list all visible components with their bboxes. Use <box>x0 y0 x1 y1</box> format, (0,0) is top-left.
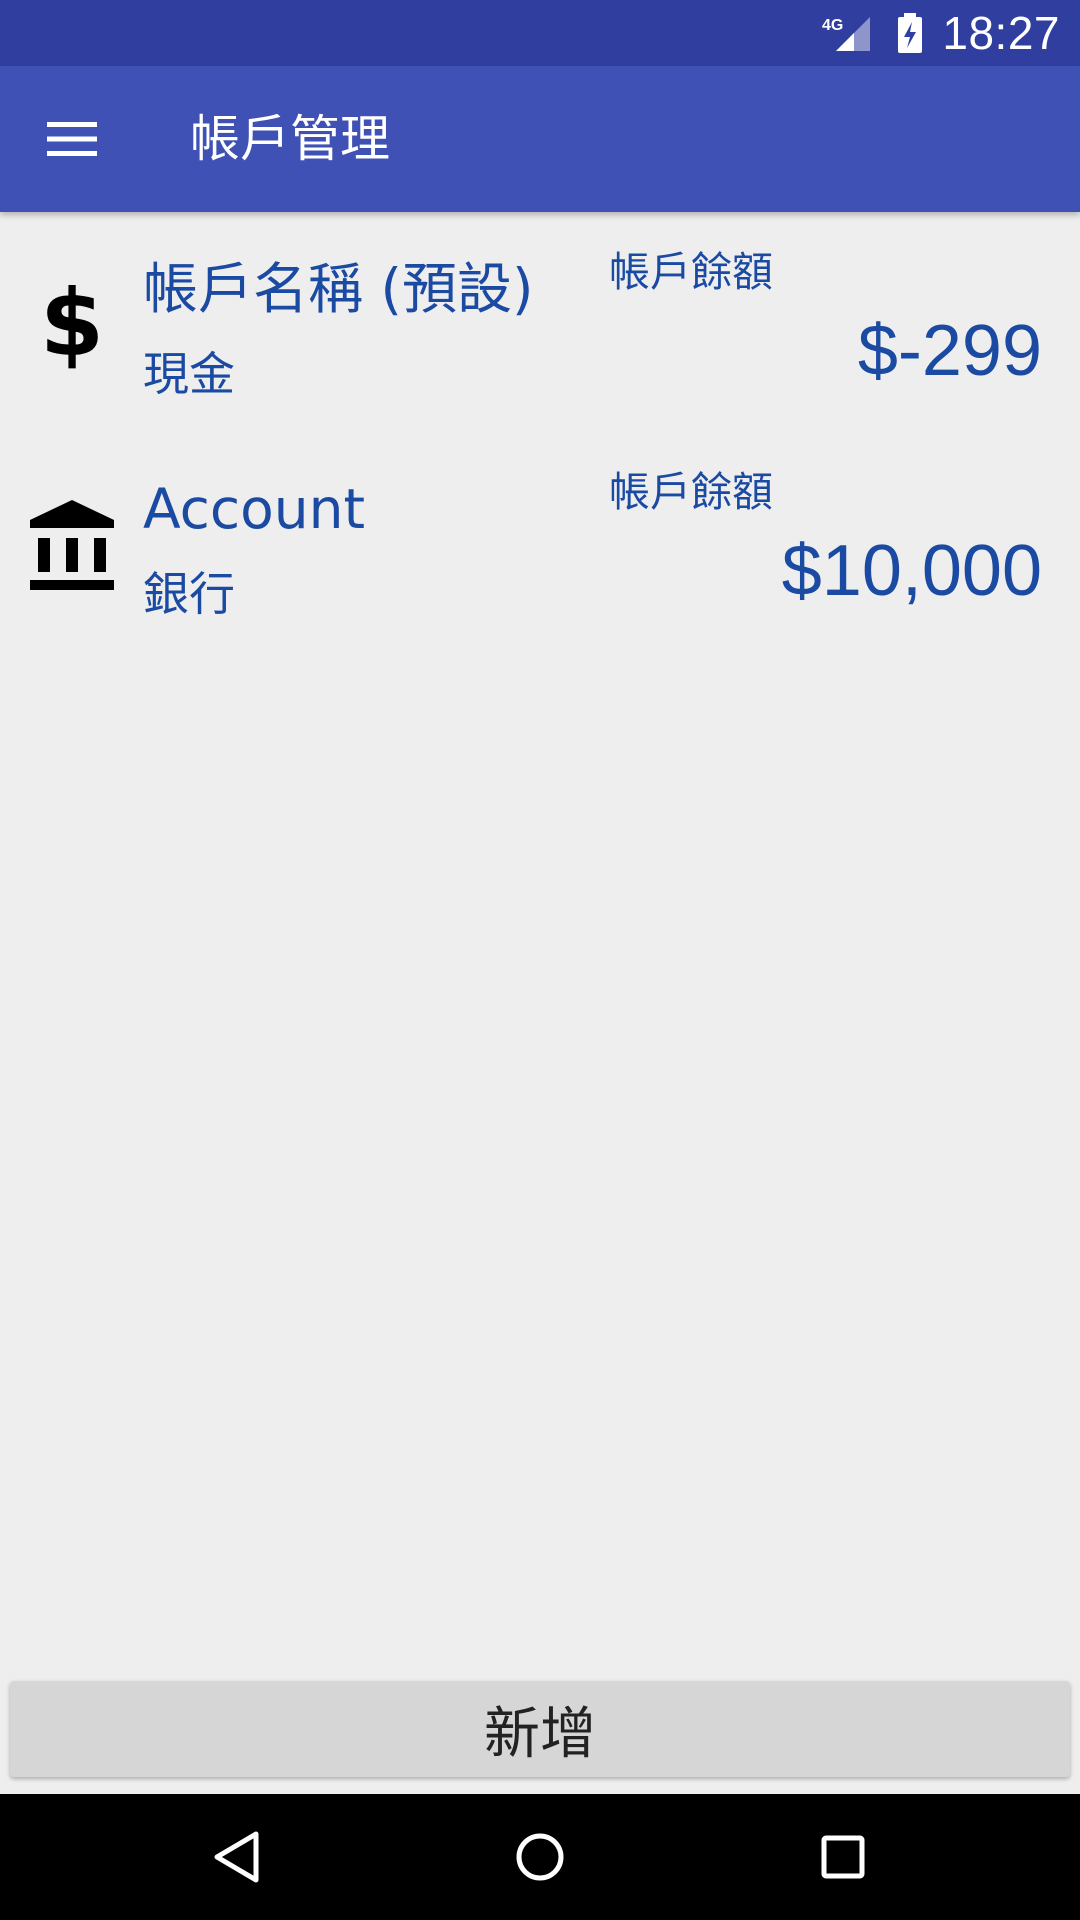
dollar-icon: $ <box>20 272 124 376</box>
account-list-item[interactable]: $ 帳戶名稱 (預設) 現金 帳戶餘額 $-299 <box>0 226 1080 446</box>
back-icon <box>214 1831 259 1883</box>
account-type: 現金 <box>143 347 235 401</box>
status-icons: 4G 18:27 <box>822 0 1060 66</box>
signal-icon: 4G <box>822 17 871 51</box>
menu-button[interactable] <box>24 96 120 182</box>
home-button[interactable] <box>500 1817 580 1897</box>
home-icon <box>516 1833 564 1881</box>
network-type-label: 4G <box>822 17 843 34</box>
back-button[interactable] <box>196 1817 276 1897</box>
app-bar: 帳戶管理 <box>0 66 1080 212</box>
navigation-bar <box>0 1794 1080 1920</box>
account-list-item[interactable]: Account 銀行 帳戶餘額 $10,000 <box>0 446 1080 666</box>
battery-charging-icon <box>898 13 923 53</box>
balance-label: 帳戶餘額 <box>609 248 773 296</box>
account-type: 銀行 <box>143 567 235 621</box>
menu-icon <box>47 122 97 156</box>
account-balance: $-299 <box>857 311 1042 391</box>
balance-label: 帳戶餘額 <box>609 468 773 516</box>
page-title: 帳戶管理 <box>190 110 390 168</box>
account-balance: $10,000 <box>781 531 1042 611</box>
recents-icon <box>821 1835 865 1879</box>
recents-button[interactable] <box>803 1817 883 1897</box>
status-bar: 4G 18:27 <box>0 0 1080 66</box>
add-account-button[interactable]: 新增 <box>10 1681 1070 1777</box>
bank-icon <box>20 492 124 596</box>
account-name: Account <box>143 477 366 541</box>
svg-text:$: $ <box>40 279 104 369</box>
status-time: 18:27 <box>942 7 1060 59</box>
account-name: 帳戶名稱 (預設) <box>143 257 534 321</box>
